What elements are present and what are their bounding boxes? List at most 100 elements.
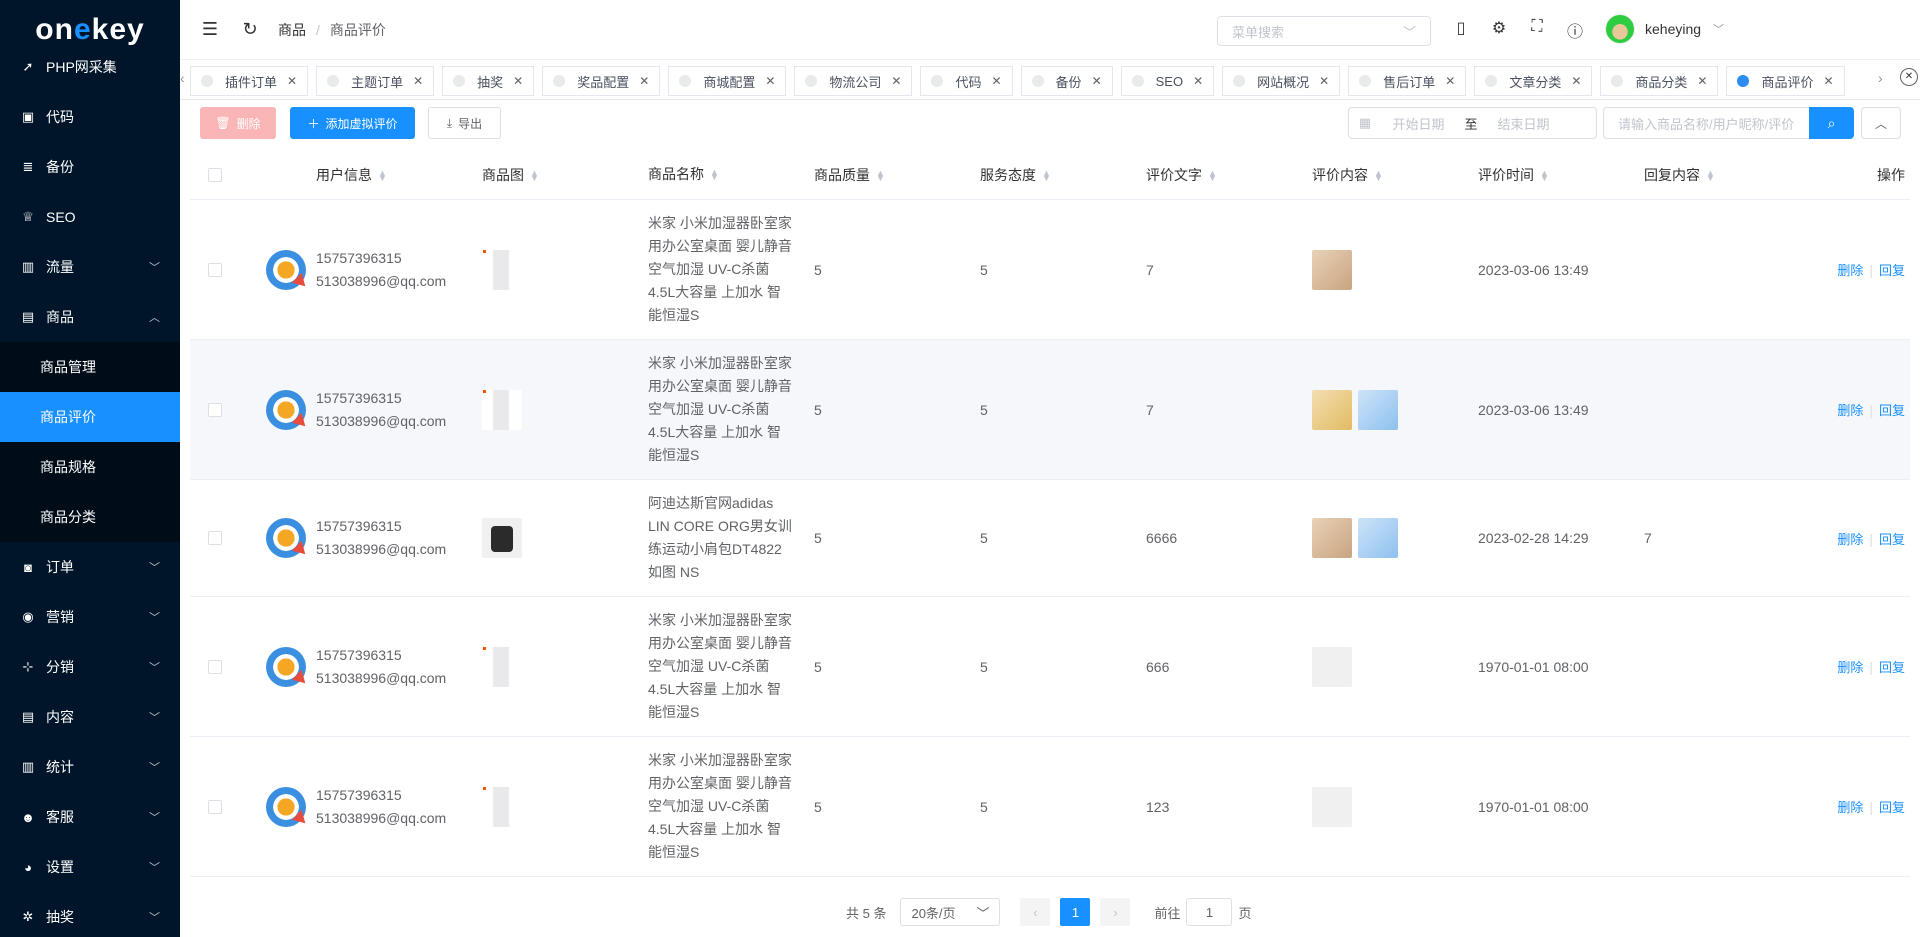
tab-plugin-orders[interactable]: 插件订单 ✕ xyxy=(190,66,309,96)
sort-icon[interactable]: ▲ ▼ xyxy=(876,168,885,182)
column-header[interactable]: 评价时间 ▲ ▼ xyxy=(1468,165,1634,185)
prev-page-button[interactable]: ‹ xyxy=(1020,898,1051,926)
tab-site-overview[interactable]: 网站概况 ✕ xyxy=(1222,66,1341,96)
search-button[interactable]: ⌕ xyxy=(1809,107,1854,139)
tab-code[interactable]: 代码 ✕ xyxy=(920,66,1013,96)
sidebar-item-distribution[interactable]: ⊹ 分销 ﹀ xyxy=(0,642,180,692)
logo[interactable]: on e key xyxy=(0,0,180,60)
sidebar-item-lottery[interactable]: ✲ 抽奖 ﹀ xyxy=(0,892,180,937)
tab-seo[interactable]: SEO ✕ xyxy=(1120,66,1215,96)
sidebar-item-code[interactable]: ▣ 代码 xyxy=(0,92,180,142)
column-header[interactable]: 商品名称 ▲ ▼ xyxy=(638,163,804,186)
tab-after-sales[interactable]: 售后订单 ✕ xyxy=(1348,66,1467,96)
close-icon[interactable]: ✕ xyxy=(1571,74,1581,88)
export-button[interactable]: ⤓ 导出 xyxy=(428,107,501,139)
reply-link[interactable]: 回复 xyxy=(1879,263,1905,278)
collapse-toolbar-button[interactable]: ︿ xyxy=(1861,107,1901,139)
sort-icon[interactable]: ▲ ▼ xyxy=(530,168,539,182)
review-image[interactable] xyxy=(1358,389,1398,430)
sidebar-item-traffic[interactable]: ▥ 流量 ﹀ xyxy=(0,242,180,292)
sidebar-item-content[interactable]: ▤ 内容 ﹀ xyxy=(0,692,180,742)
close-icon[interactable]: ✕ xyxy=(1697,74,1707,88)
column-header[interactable]: 服务态度 ▲ ▼ xyxy=(970,165,1136,185)
sidebar-item-product-reviews[interactable]: 商品评价 xyxy=(0,392,180,442)
reply-link[interactable]: 回复 xyxy=(1879,403,1905,418)
chevron-right-icon[interactable]: › xyxy=(1878,70,1892,86)
chevron-left-icon[interactable]: ‹ xyxy=(180,70,190,86)
menu-search-select[interactable]: 菜单搜索 ﹀ xyxy=(1217,16,1431,46)
delete-link[interactable]: 删除 xyxy=(1837,532,1863,547)
mobile-icon[interactable]: ▯ xyxy=(1442,18,1480,42)
review-image[interactable] xyxy=(1312,518,1352,558)
close-icon[interactable]: ✕ xyxy=(1193,74,1203,88)
close-icon[interactable]: ✕ xyxy=(765,74,775,88)
sort-icon[interactable]: ▲ ▼ xyxy=(1042,168,1051,182)
tab-product-reviews[interactable]: 商品评价 ✕ xyxy=(1726,66,1845,96)
delete-button[interactable]: 🗑 删除 xyxy=(200,107,276,139)
date-range-picker[interactable]: ▦ 开始日期 至 结束日期 xyxy=(1348,107,1597,139)
goto-page-input[interactable]: 1 xyxy=(1186,898,1233,926)
delete-link[interactable]: 删除 xyxy=(1837,800,1863,815)
sidebar-item-backup[interactable]: ≣ 备份 xyxy=(0,142,180,192)
sort-icon[interactable]: ▲ ▼ xyxy=(1374,168,1383,182)
delete-link[interactable]: 删除 xyxy=(1837,403,1863,418)
sidebar-item-statistics[interactable]: ▥ 统计 ﹀ xyxy=(0,742,180,792)
reply-link[interactable]: 回复 xyxy=(1879,800,1905,815)
sidebar-item-marketing[interactable]: ◉ 营销 ﹀ xyxy=(0,592,180,642)
column-header[interactable]: 商品图 ▲ ▼ xyxy=(472,165,638,185)
gear-icon[interactable]: ⚙ xyxy=(1480,18,1518,42)
tab-lottery[interactable]: 抽奖 ✕ xyxy=(442,66,535,96)
tab-backup[interactable]: 备份 ✕ xyxy=(1020,66,1113,96)
delete-link[interactable]: 删除 xyxy=(1837,660,1863,675)
sidebar-item-product-specs[interactable]: 商品规格 xyxy=(0,442,180,492)
page-number-current[interactable]: 1 xyxy=(1060,898,1091,926)
row-checkbox[interactable] xyxy=(208,531,222,545)
product-thumbnail[interactable] xyxy=(482,518,522,558)
date-end-input[interactable]: 结束日期 xyxy=(1486,114,1561,133)
sort-icon[interactable]: ▲ ▼ xyxy=(378,168,387,182)
info-icon[interactable]: ⓘ xyxy=(1556,18,1594,42)
close-all-tabs-icon[interactable]: ✕ xyxy=(1900,68,1918,86)
sidebar-item-settings[interactable]: ◕ 设置 ﹀ xyxy=(0,842,180,892)
column-header[interactable]: 评价内容 ▲ ▼ xyxy=(1302,165,1468,185)
next-page-button[interactable]: › xyxy=(1100,898,1131,926)
review-image[interactable] xyxy=(1312,249,1352,290)
column-header[interactable]: 用户信息 ▲ ▼ xyxy=(306,165,472,185)
row-checkbox[interactable] xyxy=(208,262,222,277)
breadcrumb-item[interactable]: 商品 xyxy=(278,20,306,40)
row-checkbox[interactable] xyxy=(208,799,222,814)
review-image-placeholder[interactable] xyxy=(1312,646,1352,687)
refresh-icon[interactable]: ↻ xyxy=(230,19,270,40)
reply-link[interactable]: 回复 xyxy=(1879,660,1905,675)
product-thumbnail[interactable] xyxy=(482,786,522,827)
tab-logistics[interactable]: 物流公司 ✕ xyxy=(794,66,913,96)
close-icon[interactable]: ✕ xyxy=(891,74,901,88)
tab-mall-config[interactable]: 商城配置 ✕ xyxy=(668,66,787,96)
sidebar-item-seo[interactable]: ♕ SEO xyxy=(0,192,180,242)
product-thumbnail[interactable] xyxy=(482,646,522,687)
select-all-checkbox[interactable] xyxy=(208,167,222,182)
tab-theme-orders[interactable]: 主题订单 ✕ xyxy=(316,66,435,96)
date-start-input[interactable]: 开始日期 xyxy=(1381,114,1456,133)
sidebar-item-products[interactable]: ▤ 商品 ︿ xyxy=(0,292,180,342)
sort-icon[interactable]: ▲ ▼ xyxy=(1706,168,1715,182)
sidebar-item-customer-service[interactable]: ☻ 客服 ﹀ xyxy=(0,792,180,842)
delete-link[interactable]: 删除 xyxy=(1837,263,1863,278)
column-header[interactable]: 评价文字 ▲ ▼ xyxy=(1136,165,1302,185)
close-icon[interactable]: ✕ xyxy=(413,74,423,88)
tab-prize-config[interactable]: 奖品配置 ✕ xyxy=(542,66,661,96)
product-thumbnail[interactable] xyxy=(482,389,522,430)
close-icon[interactable]: ✕ xyxy=(639,74,649,88)
search-input[interactable]: 请输入商品名称/用户昵称/评价 xyxy=(1603,107,1809,139)
sort-icon[interactable]: ▲ ▼ xyxy=(710,168,719,182)
close-icon[interactable]: ✕ xyxy=(513,74,523,88)
tab-product-categories[interactable]: 商品分类 ✕ xyxy=(1600,66,1719,96)
sort-icon[interactable]: ▲ ▼ xyxy=(1208,168,1217,182)
sort-icon[interactable]: ▲ ▼ xyxy=(1540,168,1549,182)
column-header[interactable]: 回复内容 ▲ ▼ xyxy=(1634,165,1800,185)
sidebar-item-orders[interactable]: ◙ 订单 ﹀ xyxy=(0,542,180,592)
close-icon[interactable]: ✕ xyxy=(991,74,1001,88)
sidebar-item-product-management[interactable]: 商品管理 xyxy=(0,342,180,392)
product-thumbnail[interactable] xyxy=(482,249,522,290)
sidebar-item-product-categories[interactable]: 商品分类 xyxy=(0,492,180,542)
